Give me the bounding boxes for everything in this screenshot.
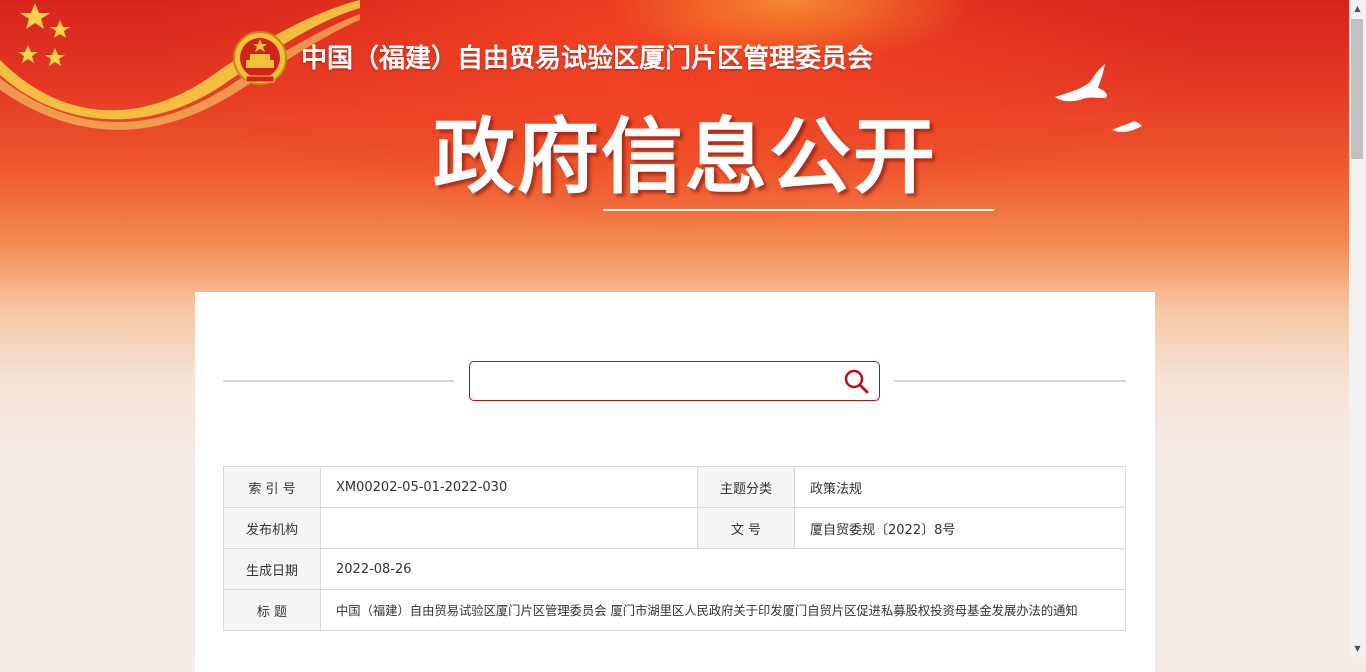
dove-icon xyxy=(1055,64,1142,132)
table-row: 索 引 号 XM00202-05-01-2022-030 主题分类 政策法规 xyxy=(223,466,1126,508)
search-box xyxy=(469,361,880,401)
date-value: 2022-08-26 xyxy=(320,548,1126,590)
index-value: XM00202-05-01-2022-030 xyxy=(320,466,698,508)
scroll-up-icon[interactable]: ▲ xyxy=(1349,0,1366,17)
search-divider-left xyxy=(223,380,454,382)
search-icon[interactable] xyxy=(843,368,869,394)
title-label: 标 题 xyxy=(223,589,321,631)
site-title: 中国（福建）自由贸易试验区厦门片区管理委员会 xyxy=(301,44,874,74)
docno-value: 厦自贸委规〔2022〕8号 xyxy=(794,507,1126,549)
scroll-thumb[interactable] xyxy=(1351,19,1363,159)
publisher-label: 发布机构 xyxy=(223,507,321,549)
publisher-value xyxy=(320,507,698,549)
date-label: 生成日期 xyxy=(223,548,321,590)
table-row: 发布机构 文 号 厦自贸委规〔2022〕8号 xyxy=(223,507,1126,549)
search-divider-right xyxy=(894,380,1126,382)
vertical-scrollbar[interactable]: ▲ ▼ xyxy=(1349,0,1366,657)
index-label: 索 引 号 xyxy=(223,466,321,508)
main-title: 政府信息公开 xyxy=(433,110,938,205)
national-emblem-icon xyxy=(233,31,287,85)
title-value: 中国（福建）自由贸易试验区厦门片区管理委员会 厦门市湖里区人民政府关于印发厦门自… xyxy=(320,589,1126,631)
search-input[interactable] xyxy=(480,366,834,396)
category-value: 政策法规 xyxy=(794,466,1126,508)
docno-label: 文 号 xyxy=(697,507,795,549)
content-card: 索 引 号 XM00202-05-01-2022-030 主题分类 政策法规 发… xyxy=(195,292,1155,672)
table-row: 标 题 中国（福建）自由贸易试验区厦门片区管理委员会 厦门市湖里区人民政府关于印… xyxy=(223,589,1126,631)
title-underline xyxy=(603,209,994,211)
document-meta-table: 索 引 号 XM00202-05-01-2022-030 主题分类 政策法规 发… xyxy=(223,466,1126,631)
category-label: 主题分类 xyxy=(697,466,795,508)
table-row: 生成日期 2022-08-26 xyxy=(223,548,1126,590)
scroll-down-icon[interactable]: ▼ xyxy=(1349,640,1366,657)
